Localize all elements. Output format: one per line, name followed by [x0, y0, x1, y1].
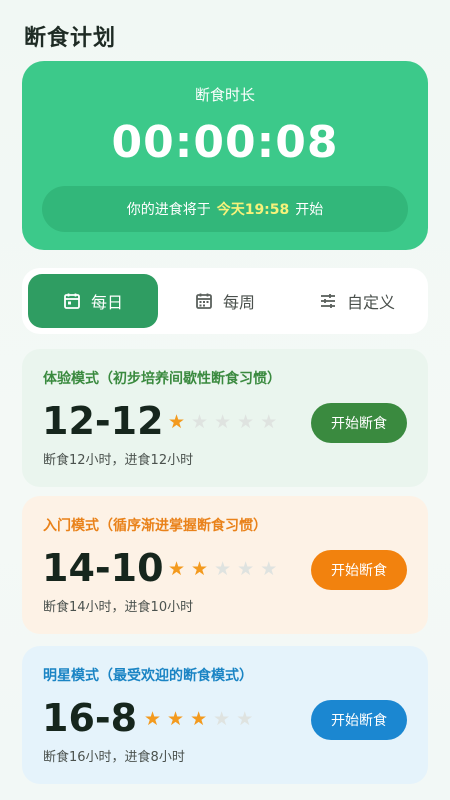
star-empty-icon: ★ [260, 411, 278, 433]
star-empty-icon: ★ [260, 558, 278, 580]
star-empty-icon: ★ [214, 558, 232, 580]
timer-label: 断食时长 [194, 86, 255, 104]
mode-description: 断食12小时，进食12小时 [43, 453, 194, 468]
mode-ratio: 16-8 [42, 696, 138, 740]
tab-weekly-label: 每周 [222, 293, 255, 312]
star-empty-icon: ★ [214, 411, 232, 433]
start-fasting-button[interactable]: 开始断食 [311, 700, 407, 740]
mode-description: 断食16小时，进食8小时 [43, 750, 185, 765]
note-suffix: 开始 [295, 202, 324, 218]
tab-daily-label: 每日 [90, 293, 123, 312]
mode-name: 明星模式（最受欢迎的断食模式） [43, 668, 253, 684]
mode-ratio: 12-12 [42, 399, 164, 443]
difficulty-stars: ★ ★ ★ ★ ★ [168, 560, 277, 579]
star-filled-icon: ★ [190, 708, 208, 730]
start-fasting-button[interactable]: 开始断食 [311, 550, 407, 590]
note-time: 今天19:58 [216, 202, 290, 218]
mode-card-beginner: 入门模式（循序渐进掌握断食习惯） 14-10 ★ ★ ★ ★ ★ 断食14小时，进食10… [22, 496, 428, 634]
sliders-icon [319, 292, 337, 310]
plan-tabs: 每日 每周 自定义 [22, 268, 428, 334]
start-fasting-button[interactable]: 开始断食 [311, 403, 407, 443]
tab-custom-label: 自定义 [346, 293, 395, 312]
mode-card-star: 明星模式（最受欢迎的断食模式） 16-8 ★ ★ ★ ★ ★ 断食16小时，进食8小时 … [22, 646, 428, 784]
tab-weekly[interactable]: 每周 [160, 274, 290, 328]
difficulty-stars: ★ ★ ★ ★ ★ [168, 413, 277, 432]
star-filled-icon: ★ [167, 708, 185, 730]
tab-custom[interactable]: 自定义 [292, 274, 422, 328]
timer-value: 00:00:08 [111, 117, 339, 168]
star-filled-icon: ★ [168, 558, 186, 580]
star-empty-icon: ★ [237, 558, 255, 580]
page: 断食计划 断食时长 00:00:08 你的进食将于 今天19:58 开始 每日 [0, 0, 450, 800]
star-empty-icon: ★ [191, 411, 209, 433]
mode-name: 体验模式（初步培养间歇性断食习惯） [43, 371, 281, 387]
fasting-timer-card: 断食时长 00:00:08 你的进食将于 今天19:58 开始 [22, 61, 428, 250]
note-prefix: 你的进食将于 [126, 202, 211, 218]
calendar-day-icon [63, 292, 81, 310]
mode-card-trial: 体验模式（初步培养间歇性断食习惯） 12-12 ★ ★ ★ ★ ★ 断食12小时，进食1… [22, 349, 428, 487]
star-filled-icon: ★ [168, 411, 186, 433]
star-filled-icon: ★ [191, 558, 209, 580]
eating-start-note: 你的进食将于 今天19:58 开始 [42, 186, 408, 232]
star-filled-icon: ★ [144, 708, 162, 730]
mode-description: 断食14小时，进食10小时 [43, 600, 194, 615]
star-empty-icon: ★ [213, 708, 231, 730]
mode-ratio: 14-10 [42, 546, 164, 590]
star-empty-icon: ★ [236, 708, 254, 730]
page-title: 断食计划 [24, 26, 117, 51]
tab-daily[interactable]: 每日 [28, 274, 158, 328]
calendar-week-icon [195, 292, 213, 310]
difficulty-stars: ★ ★ ★ ★ ★ [144, 710, 253, 729]
mode-name: 入门模式（循序渐进掌握断食习惯） [43, 518, 267, 534]
star-empty-icon: ★ [237, 411, 255, 433]
